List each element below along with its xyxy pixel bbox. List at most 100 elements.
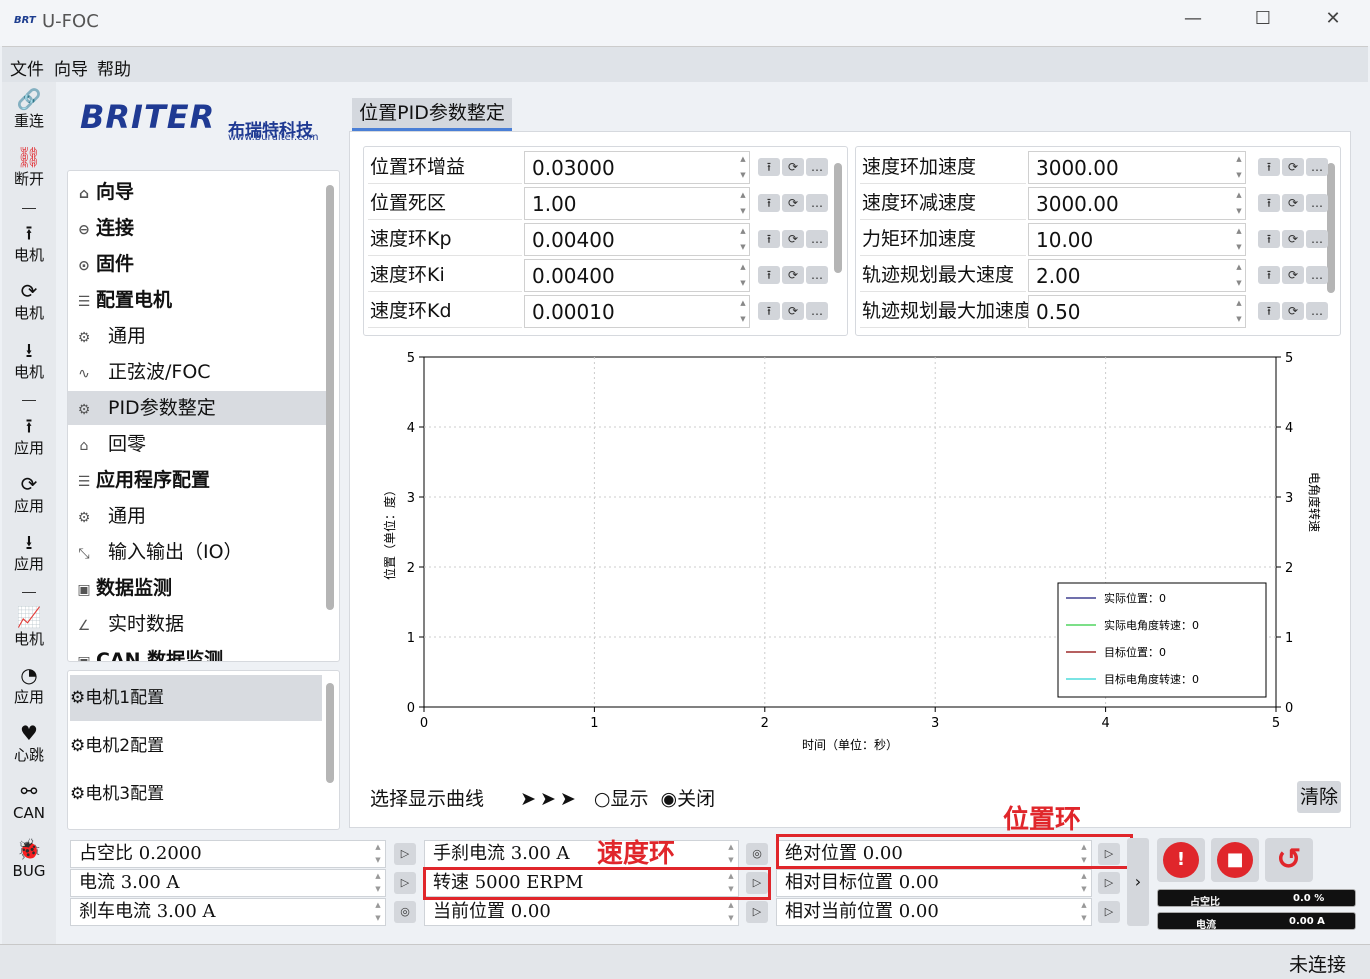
bottom-field-col2-0[interactable]: 手刹电流 3.00 A [424, 840, 739, 868]
refresh-param-icon[interactable]: ⟳ [1282, 194, 1304, 212]
refresh-param-icon[interactable]: ⟳ [782, 158, 804, 176]
toolbar-unlink-1[interactable]: ⛓ 断开 [2, 144, 56, 188]
reset-button[interactable]: ↺ [1265, 838, 1313, 882]
motor-config-item-2[interactable]: ⚙电机2配置 [70, 723, 322, 769]
toolbar-network-11[interactable]: ⚯ CAN [2, 778, 56, 822]
bottom-field-col3-2[interactable]: 相对当前位置 0.00 [776, 898, 1092, 926]
comment-param-icon[interactable]: … [806, 266, 828, 284]
upload-param-icon[interactable]: ⭱ [758, 266, 780, 284]
comment-param-icon[interactable]: … [1306, 194, 1328, 212]
param-spinner[interactable]: ▲ ▼ [1234, 223, 1244, 256]
upload-param-icon[interactable]: ⭱ [1258, 266, 1280, 284]
param-spinner[interactable]: ▲ ▼ [1234, 151, 1244, 184]
motor-config-item-1[interactable]: ⚙电机1配置 [70, 675, 322, 721]
maximize-button[interactable]: ☐ [1240, 8, 1286, 38]
stop-button[interactable]: ■ [1211, 838, 1259, 882]
param-value-input[interactable]: 10.00 [1028, 223, 1246, 256]
param-value-input[interactable]: 0.00400 [524, 223, 750, 256]
refresh-param-icon[interactable]: ⟳ [782, 302, 804, 320]
toolbar-heartbeat-10[interactable]: ♥ 心跳 [2, 720, 56, 764]
nav-item-0[interactable]: ⌂ 向导 [68, 175, 326, 209]
bottom-spinner[interactable]: ▲ ▼ [725, 841, 737, 869]
toolbar-download-4[interactable]: ⭳ 电机 [2, 337, 56, 381]
bottom-spinner[interactable]: ▲ ▼ [372, 899, 384, 927]
toolbar-download-7[interactable]: ⭳ 应用 [2, 529, 56, 573]
brake-icon[interactable]: ◎ [394, 901, 416, 923]
nav-item-11[interactable]: ▣ 数据监测 [68, 571, 326, 605]
bottom-field-col2-2[interactable]: 当前位置 0.00 [424, 898, 739, 926]
nav-item-10[interactable]: ⤡ 输入输出（IO） [68, 535, 326, 569]
param-value-input[interactable]: 1.00 [524, 187, 750, 220]
comment-param-icon[interactable]: … [806, 230, 828, 248]
nav-scrollbar[interactable] [326, 185, 334, 610]
param-value-input[interactable]: 0.03000 [524, 151, 750, 184]
bottom-spinner[interactable]: ▲ ▼ [372, 841, 384, 869]
alarm-button[interactable]: ! [1157, 838, 1205, 882]
upload-param-icon[interactable]: ⭱ [1258, 302, 1280, 320]
nav-item-13[interactable]: ▣ CAN 数据监测 [68, 643, 326, 661]
comment-param-icon[interactable]: … [1306, 158, 1328, 176]
brake-icon[interactable]: ◎ [746, 843, 768, 865]
close-button[interactable]: ✕ [1310, 8, 1356, 38]
send-icon[interactable]: ▷ [394, 843, 416, 865]
bottom-field-col1-1[interactable]: 电流 3.00 A [70, 869, 386, 897]
param-value-input[interactable]: 0.00010 [524, 295, 750, 328]
menu-wizard[interactable]: 向导 [54, 55, 88, 80]
refresh-param-icon[interactable]: ⟳ [1282, 266, 1304, 284]
toolbar-upload-5[interactable]: ⭱ 应用 [2, 413, 56, 457]
bottom-spinner[interactable]: ▲ ▼ [725, 899, 737, 927]
bottom-field-col1-0[interactable]: 占空比 0.2000 [70, 840, 386, 868]
param-left-scrollbar[interactable] [834, 163, 842, 273]
refresh-param-icon[interactable]: ⟳ [782, 194, 804, 212]
bottom-spinner[interactable]: ▲ ▼ [1078, 899, 1090, 927]
motor-scrollbar[interactable] [326, 683, 334, 783]
comment-param-icon[interactable]: … [1306, 302, 1328, 320]
refresh-param-icon[interactable]: ⟳ [1282, 158, 1304, 176]
send-icon[interactable]: ▷ [394, 872, 416, 894]
menu-help[interactable]: 帮助 [97, 55, 131, 80]
comment-param-icon[interactable]: … [1306, 230, 1328, 248]
refresh-param-icon[interactable]: ⟳ [1282, 302, 1304, 320]
toolbar-upload-2[interactable]: ⭱ 电机 [2, 220, 56, 264]
refresh-param-icon[interactable]: ⟳ [782, 266, 804, 284]
bottom-field-col1-2[interactable]: 刹车电流 3.00 A [70, 898, 386, 926]
comment-param-icon[interactable]: … [806, 158, 828, 176]
param-value-input[interactable]: 0.50 [1028, 295, 1246, 328]
send-icon[interactable]: ▷ [1098, 901, 1120, 923]
menu-file[interactable]: 文件 [10, 55, 44, 80]
nav-item-2[interactable]: ⊙ 固件 [68, 247, 326, 281]
param-right-scrollbar[interactable] [1327, 163, 1335, 293]
upload-param-icon[interactable]: ⭱ [758, 230, 780, 248]
toolbar-gauge-9[interactable]: ◔ 应用 [2, 662, 56, 706]
param-spinner[interactable]: ▲ ▼ [738, 259, 748, 292]
clear-button[interactable]: 清除 [1297, 781, 1341, 813]
toolbar-bug-12[interactable]: 🐞 BUG [2, 836, 56, 880]
send-icon[interactable]: ▷ [746, 901, 768, 923]
show-radio[interactable]: ○显示 [594, 788, 649, 810]
param-spinner[interactable]: ▲ ▼ [1234, 259, 1244, 292]
nav-item-4[interactable]: ⚙ 通用 [68, 319, 326, 353]
comment-param-icon[interactable]: … [1306, 266, 1328, 284]
nav-item-1[interactable]: ⊖ 连接 [68, 211, 326, 245]
tab-position-pid[interactable]: 位置PID参数整定 [352, 98, 512, 131]
upload-param-icon[interactable]: ⭱ [758, 194, 780, 212]
toolbar-link-0[interactable]: 🔗 重连 [2, 86, 56, 130]
bottom-spinner[interactable]: ▲ ▼ [1078, 870, 1090, 898]
nav-item-6[interactable]: ⚙ PID参数整定 [68, 391, 326, 425]
param-value-input[interactable]: 0.00400 [524, 259, 750, 292]
upload-param-icon[interactable]: ⭱ [1258, 158, 1280, 176]
hide-radio[interactable]: ◉关闭 [661, 788, 716, 810]
toolbar-refresh-6[interactable]: ⟳ 应用 [2, 471, 56, 515]
param-value-input[interactable]: 3000.00 [1028, 187, 1246, 220]
param-spinner[interactable]: ▲ ▼ [1234, 187, 1244, 220]
nav-item-12[interactable]: ∠ 实时数据 [68, 607, 326, 641]
param-spinner[interactable]: ▲ ▼ [738, 295, 748, 328]
upload-param-icon[interactable]: ⭱ [1258, 194, 1280, 212]
upload-param-icon[interactable]: ⭱ [758, 158, 780, 176]
motor-config-item-3[interactable]: ⚙电机3配置 [70, 771, 322, 817]
param-spinner[interactable]: ▲ ▼ [1234, 295, 1244, 328]
param-spinner[interactable]: ▲ ▼ [738, 151, 748, 184]
send-icon[interactable]: ▷ [1098, 872, 1120, 894]
comment-param-icon[interactable]: … [806, 194, 828, 212]
toolbar-chart-8[interactable]: 📈 电机 [2, 604, 56, 648]
